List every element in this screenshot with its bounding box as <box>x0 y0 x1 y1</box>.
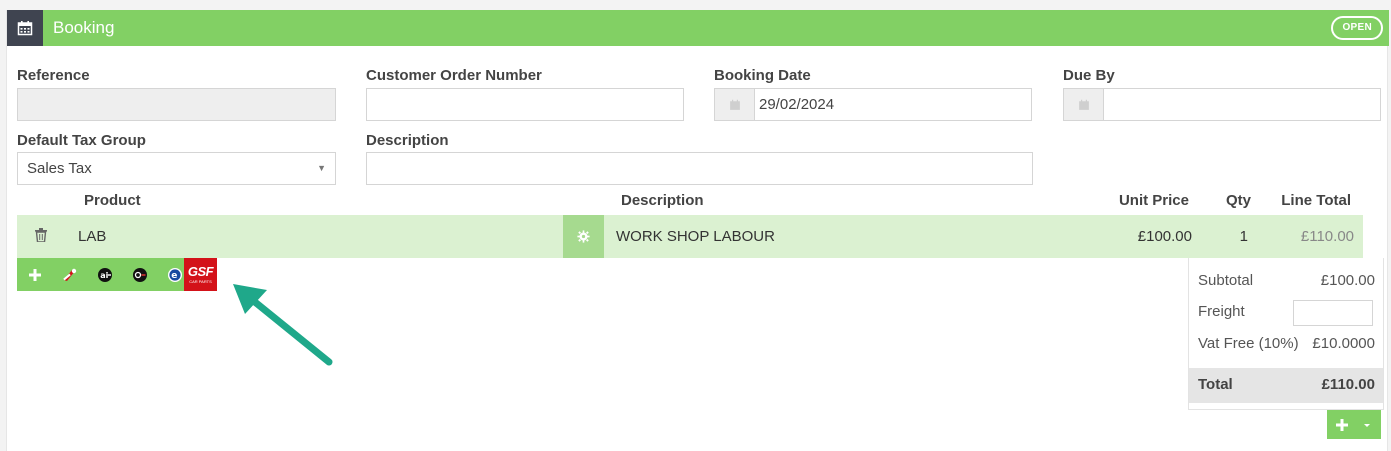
trash-icon[interactable] <box>35 228 47 247</box>
booking-panel: Booking OPEN Reference Customer Order Nu… <box>6 10 1389 451</box>
booking-date-field[interactable]: 29/02/2024 <box>714 88 1032 121</box>
col-description: Description <box>621 192 704 209</box>
customer-order-field[interactable] <box>366 88 684 121</box>
caret-down-icon <box>1364 424 1370 427</box>
engine-icon[interactable] <box>123 258 157 291</box>
row-qty[interactable]: 1 <box>1240 228 1248 245</box>
reference-label: Reference <box>17 67 90 84</box>
total-row: Total £110.00 <box>1189 368 1383 403</box>
caret-down-icon: ▼ <box>317 163 326 173</box>
gsf-car-parts-button[interactable]: GSF CAR PARTS <box>184 258 217 291</box>
freight-input[interactable] <box>1293 300 1373 326</box>
panel-header: Booking OPEN <box>7 10 1389 46</box>
vat-value: £10.0000 <box>1312 335 1375 352</box>
tax-group-select[interactable]: Sales Tax ▼ <box>17 152 336 185</box>
due-by-field[interactable] <box>1063 88 1381 121</box>
calendar-icon[interactable] <box>715 89 755 120</box>
booking-date-value: 29/02/2024 <box>759 96 835 113</box>
status-badge[interactable]: OPEN <box>1331 16 1383 40</box>
booking-date-label: Booking Date <box>714 67 811 84</box>
total-label: Total <box>1198 376 1233 393</box>
add-icon <box>1336 419 1348 431</box>
svg-text:ai: ai <box>100 271 108 280</box>
page-title: Booking <box>53 18 115 37</box>
svg-text:e: e <box>171 271 177 281</box>
row-line-total: £110.00 <box>1300 228 1354 245</box>
row-unit-price[interactable]: £100.00 <box>1138 228 1192 245</box>
gsf-logo-subtext: CAR PARTS <box>189 279 212 284</box>
totals-panel: Subtotal £100.00 Freight Vat Free (10%) … <box>1188 258 1384 410</box>
due-by-label: Due By <box>1063 67 1115 84</box>
freight-label: Freight <box>1198 303 1245 320</box>
total-value: £110.00 <box>1321 376 1375 393</box>
calendar-icon[interactable] <box>1064 89 1104 120</box>
tax-group-value: Sales Tax <box>27 160 92 177</box>
subtotal-value: £100.00 <box>1320 272 1375 289</box>
gsf-logo-text: GSF <box>187 264 214 279</box>
description-label: Description <box>366 132 449 149</box>
table-row: LAB WORK SHOP LABOUR £100.00 1 £110.00 <box>17 215 1363 258</box>
col-product: Product <box>84 192 141 209</box>
row-product[interactable]: LAB <box>78 228 106 245</box>
annotation-arrow-icon <box>233 284 333 366</box>
row-toolbar: ai e <box>17 258 194 291</box>
description-field[interactable] <box>366 152 1033 185</box>
col-qty: Qty <box>1225 192 1251 209</box>
calendar-icon <box>7 10 43 46</box>
col-line-total: Line Total <box>1281 192 1351 209</box>
ai-icon[interactable]: ai <box>88 258 122 291</box>
reference-field <box>17 88 336 121</box>
customer-order-label: Customer Order Number <box>366 67 542 84</box>
vat-label: Vat Free (10%) <box>1198 335 1299 352</box>
add-icon[interactable] <box>18 258 52 291</box>
subtotal-label: Subtotal <box>1198 272 1254 289</box>
gear-icon[interactable] <box>563 215 604 258</box>
col-unit-price: Unit Price <box>1118 192 1189 209</box>
parts-tool-icon[interactable] <box>53 258 87 291</box>
tax-group-label: Default Tax Group <box>17 132 146 149</box>
row-description[interactable]: WORK SHOP LABOUR <box>616 228 775 245</box>
add-line-button[interactable] <box>1327 410 1381 439</box>
